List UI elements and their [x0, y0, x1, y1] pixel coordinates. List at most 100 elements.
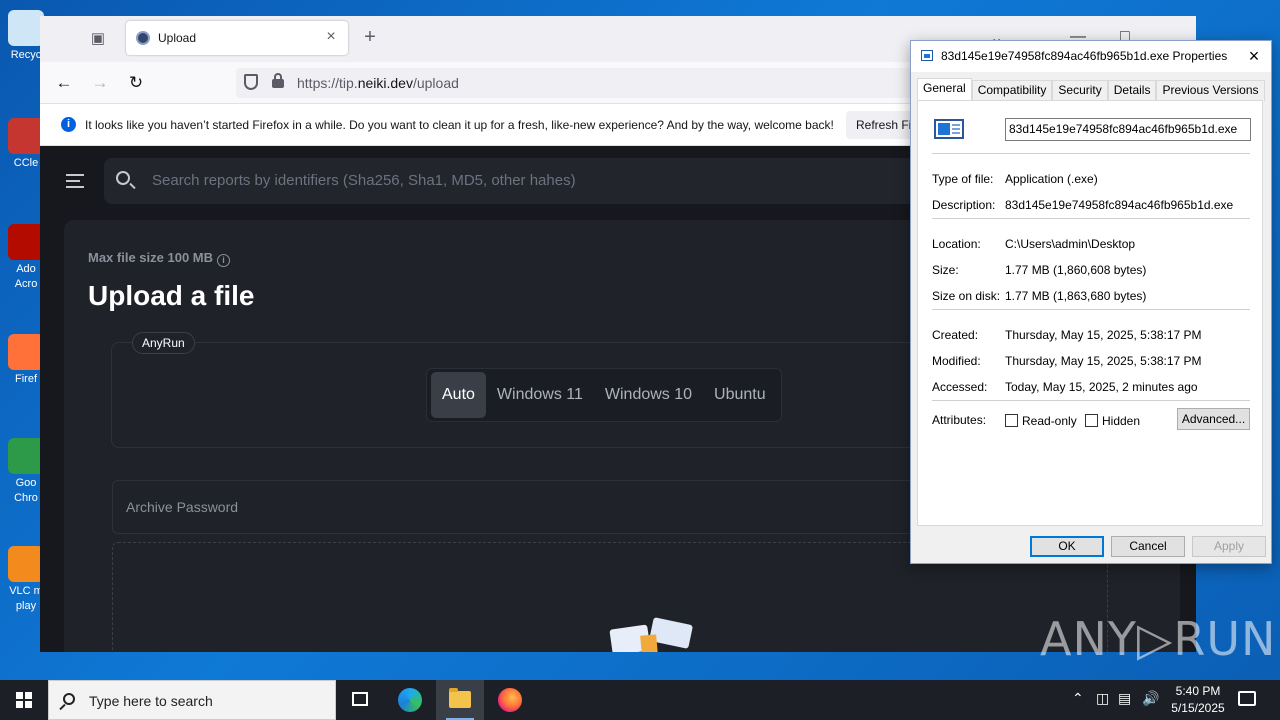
- folder-icon: [449, 688, 471, 708]
- size-on-disk-value: 1.77 MB (1,863,680 bytes): [1005, 289, 1147, 303]
- desktop: Recyc CCle Ado Acro Firef Goo Chro VLC m play…: [0, 0, 1280, 680]
- task-view-button[interactable]: [336, 680, 384, 720]
- dialog-tab[interactable]: General: [917, 78, 972, 101]
- ok-button[interactable]: OK: [1030, 536, 1104, 557]
- edge-taskbar-button[interactable]: [386, 680, 434, 720]
- created-value: Thursday, May 15, 2025, 5:38:17 PM: [1005, 328, 1202, 342]
- divider: [932, 309, 1250, 310]
- properties-dialog: 83d145e19e74958fc894ac46fb965b1d.exe Pro…: [910, 40, 1272, 564]
- dialog-titlebar: 83d145e19e74958fc894ac46fb965b1d.exe Pro…: [911, 41, 1271, 72]
- app-icon: [8, 546, 44, 582]
- location-label: Location:: [932, 237, 981, 251]
- list-all-tabs-icon[interactable]: ▣: [86, 27, 110, 51]
- sandbox-badge[interactable]: AnyRun: [132, 332, 195, 354]
- dialog-tab[interactable]: Previous Versions: [1156, 80, 1265, 101]
- date: 5/15/2025: [1171, 701, 1225, 715]
- time: 5:40 PM: [1175, 684, 1221, 698]
- app-icon: [8, 10, 44, 46]
- dialog-title: 83d145e19e74958fc894ac46fb965b1d.exe Pro…: [941, 49, 1228, 63]
- url-text[interactable]: https://tip.neiki.dev/upload: [297, 75, 459, 91]
- info-icon: i: [61, 117, 76, 132]
- max-file-size: Max file size 100 MB i: [88, 250, 230, 267]
- taskbar: Type here to search ⌃ ◫ ▤ 🔊 5:40 PM 5/15…: [0, 680, 1280, 720]
- os-selector: Auto Windows 11 Windows 10 Ubuntu: [426, 368, 782, 422]
- lock-icon[interactable]: [272, 73, 284, 88]
- size-on-disk-label: Size on disk:: [932, 289, 1001, 303]
- read-only-checkbox[interactable]: Read-only: [1005, 414, 1077, 428]
- attributes-label: Attributes:: [932, 413, 987, 427]
- taskbar-search-placeholder: Type here to search: [89, 693, 213, 709]
- description-value: 83d145e19e74958fc894ac46fb965b1d.exe: [1005, 198, 1234, 212]
- taskbar-search-input[interactable]: Type here to search: [48, 680, 336, 720]
- tracking-shield-icon[interactable]: [244, 74, 258, 90]
- os-option[interactable]: Windows 10: [594, 372, 703, 418]
- size-label: Size:: [932, 263, 959, 277]
- reload-icon[interactable]: ↻: [124, 71, 148, 95]
- notifications-icon[interactable]: [1238, 691, 1256, 706]
- firefox-icon: [498, 688, 522, 712]
- apply-button[interactable]: Apply: [1192, 536, 1266, 557]
- accessed-label: Accessed:: [932, 380, 988, 394]
- task-view-icon: [352, 692, 368, 706]
- os-option[interactable]: Ubuntu: [703, 372, 777, 418]
- type-value: Application (.exe): [1005, 172, 1098, 186]
- info-icon[interactable]: i: [217, 254, 230, 267]
- search-placeholder: Search reports by identifiers (Sha256, S…: [152, 172, 576, 189]
- start-button[interactable]: [0, 680, 48, 720]
- os-option[interactable]: Auto: [431, 372, 486, 418]
- modified-label: Modified:: [932, 354, 981, 368]
- page-title: Upload a file: [88, 280, 255, 311]
- accessed-value: Today, May 15, 2025, 2 minutes ago: [1005, 380, 1198, 394]
- search-icon: [116, 171, 130, 185]
- notification-message: It looks like you haven’t started Firefo…: [85, 118, 834, 132]
- menu-icon[interactable]: [66, 174, 84, 188]
- hidden-checkbox[interactable]: Hidden: [1085, 414, 1140, 428]
- divider: [932, 153, 1250, 154]
- search-icon: [63, 693, 75, 705]
- firefox-taskbar-button[interactable]: [486, 680, 534, 720]
- volume-icon[interactable]: 🔊: [1142, 690, 1159, 707]
- close-icon[interactable]: ×: [1243, 45, 1265, 67]
- password-placeholder: Archive Password: [126, 499, 239, 515]
- description-label: Description:: [932, 198, 996, 212]
- edge-icon: [398, 688, 422, 712]
- filename-field[interactable]: 83d145e19e74958fc894ac46fb965b1d.exe: [1005, 118, 1251, 141]
- back-icon[interactable]: ←: [52, 71, 76, 95]
- app-icon: [8, 438, 44, 474]
- dialog-tab[interactable]: Compatibility: [971, 80, 1053, 101]
- app-icon: [8, 118, 44, 154]
- type-label: Type of file:: [932, 172, 994, 186]
- device-icon[interactable]: ◫: [1096, 690, 1109, 707]
- modified-value: Thursday, May 15, 2025, 5:38:17 PM: [1005, 354, 1202, 368]
- advanced-button[interactable]: Advanced...: [1177, 408, 1250, 430]
- os-option[interactable]: Windows 11: [486, 372, 594, 418]
- dialog-tabs: General Compatibility Security Details Previ…: [917, 78, 1265, 101]
- cancel-button[interactable]: Cancel: [1111, 536, 1185, 557]
- site-favicon-icon: [136, 31, 150, 45]
- forward-icon[interactable]: →: [88, 71, 112, 95]
- divider: [932, 218, 1250, 219]
- dialog-tab[interactable]: Security: [1052, 80, 1108, 101]
- divider: [932, 400, 1250, 401]
- file-explorer-taskbar-button[interactable]: [436, 680, 484, 720]
- app-icon: [8, 334, 44, 370]
- created-label: Created:: [932, 328, 979, 342]
- chevron-up-icon[interactable]: ⌃: [1072, 690, 1084, 707]
- app-icon: [8, 224, 44, 260]
- application-icon: [921, 50, 933, 61]
- location-value: C:\Users\admin\Desktop: [1005, 237, 1136, 251]
- close-tab-icon[interactable]: ×: [322, 28, 340, 46]
- tab-upload[interactable]: Upload ×: [126, 21, 348, 55]
- upload-illustration: [591, 617, 721, 652]
- tab-title: Upload: [158, 31, 197, 45]
- new-tab-icon[interactable]: +: [358, 26, 382, 50]
- clock[interactable]: 5:40 PM 5/15/2025: [1168, 683, 1228, 717]
- windows-icon: [16, 692, 32, 708]
- url-bar[interactable]: https://tip.neiki.dev/upload: [236, 68, 936, 98]
- dialog-tab[interactable]: Details: [1107, 80, 1157, 101]
- size-value: 1.77 MB (1,860,608 bytes): [1005, 263, 1147, 277]
- network-icon[interactable]: ▤: [1118, 690, 1131, 707]
- general-panel: 83d145e19e74958fc894ac46fb965b1d.exe Typ…: [917, 100, 1263, 526]
- watermark-logo: ANY▷RUN: [1040, 612, 1277, 666]
- application-icon: [934, 119, 964, 139]
